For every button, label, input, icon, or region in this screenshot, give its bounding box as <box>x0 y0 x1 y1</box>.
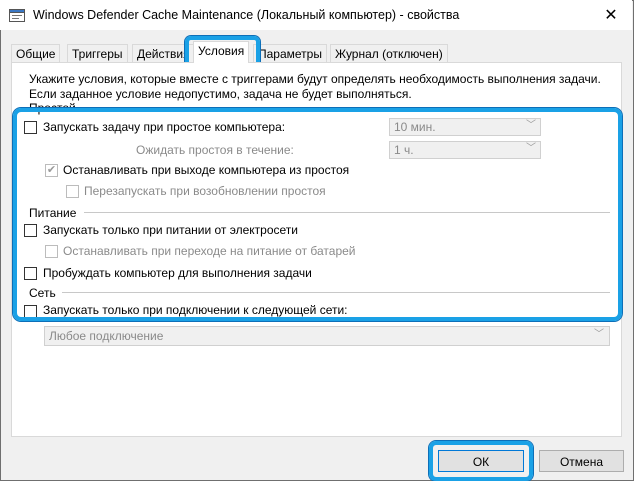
window-title: Windows Defender Cache Maintenance (Лока… <box>33 8 460 22</box>
close-icon[interactable]: ✕ <box>600 5 622 27</box>
tab-general[interactable]: Общие <box>11 44 61 63</box>
description-line-1: Укажите условия, которые вместе с тригге… <box>29 72 601 86</box>
network-select[interactable]: Любое подключение <box>44 326 610 346</box>
ok-highlight-frame <box>429 441 533 481</box>
network-select-value: Любое подключение <box>49 329 164 343</box>
conditions-highlight-frame <box>13 108 622 321</box>
tab-conditions[interactable]: Условия <box>193 41 250 63</box>
task-icon <box>9 9 25 22</box>
cancel-button[interactable]: Отмена <box>539 450 624 472</box>
tab-triggers[interactable]: Триггеры <box>67 44 128 63</box>
chevron-down-icon: ﹀ <box>594 329 604 340</box>
tab-history[interactable]: Журнал (отключен) <box>330 44 448 63</box>
description-line-2: Если заданное условие недопустимо, задач… <box>29 87 412 101</box>
tab-settings[interactable]: Параметры <box>253 44 327 63</box>
